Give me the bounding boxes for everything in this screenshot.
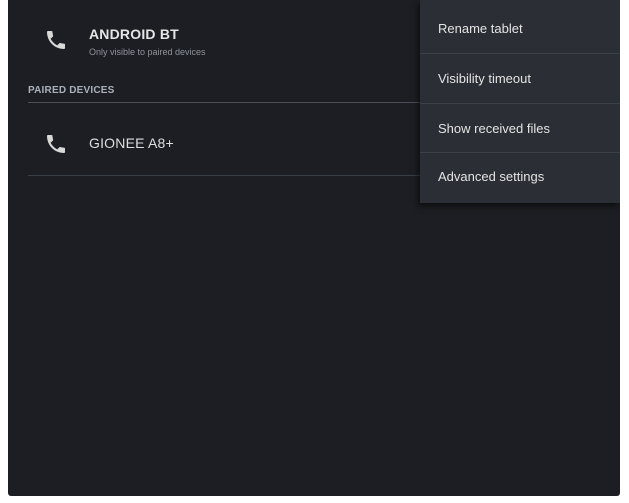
bluetooth-settings-screen: ANDROID BT Only visible to paired device…: [8, 0, 620, 496]
phone-icon: [47, 31, 65, 49]
menu-item-rename-tablet[interactable]: Rename tablet: [420, 4, 620, 54]
phone-icon: [47, 135, 65, 153]
own-device-visibility: Only visible to paired devices: [89, 47, 206, 57]
section-divider: [28, 102, 432, 103]
own-device-name: ANDROID BT: [89, 26, 179, 42]
menu-item-advanced-settings[interactable]: Advanced settings: [420, 152, 620, 202]
overflow-menu: Rename tablet Visibility timeout Show re…: [420, 0, 620, 203]
paired-device-name: GIONEE A8+: [89, 135, 174, 151]
row-divider: [28, 175, 432, 176]
paired-devices-header: PAIRED DEVICES: [28, 85, 115, 96]
menu-item-show-received-files[interactable]: Show received files: [420, 104, 620, 154]
menu-item-visibility-timeout[interactable]: Visibility timeout: [420, 54, 620, 104]
